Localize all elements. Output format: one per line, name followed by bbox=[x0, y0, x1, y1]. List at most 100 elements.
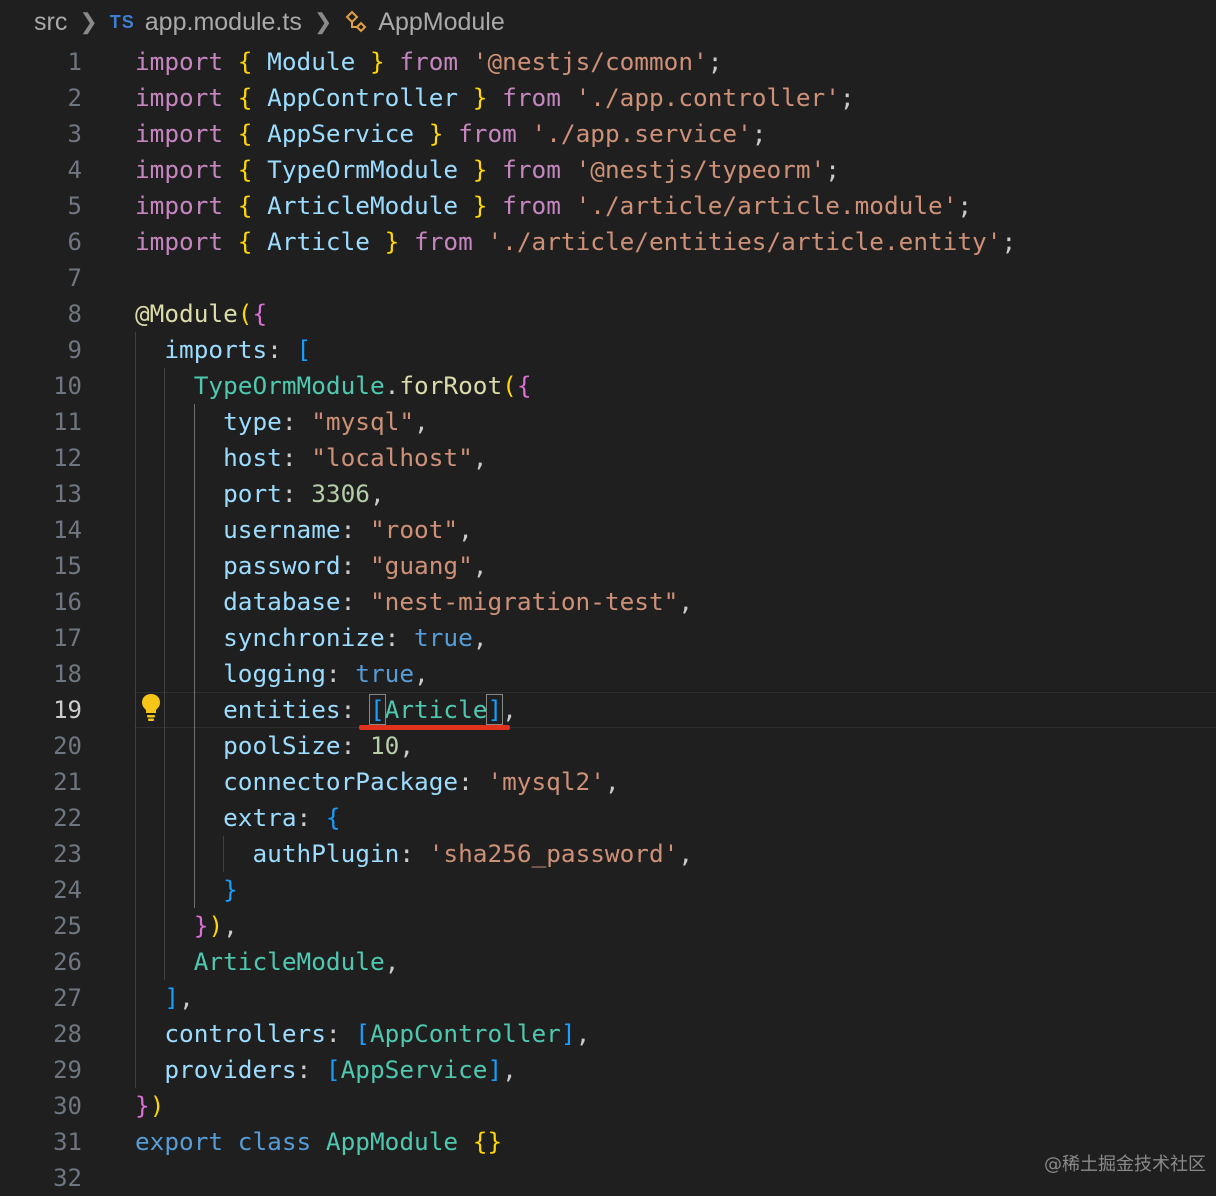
code-line[interactable]: 32 bbox=[0, 1160, 1216, 1196]
breadcrumb-folder[interactable]: src bbox=[34, 8, 67, 37]
code-token: : bbox=[325, 659, 356, 688]
code-line[interactable]: 29 providers: [AppService], bbox=[0, 1052, 1216, 1088]
code-token: entities bbox=[223, 695, 341, 724]
code-text: poolSize: 10, bbox=[135, 728, 414, 764]
code-token: "nest-migration-test" bbox=[369, 587, 679, 616]
code-token: AppController bbox=[267, 83, 473, 112]
line-number: 6 bbox=[67, 228, 82, 256]
code-token: } bbox=[369, 47, 400, 76]
code-token: TypeOrmModule bbox=[267, 155, 473, 184]
code-token: , bbox=[678, 587, 694, 616]
breadcrumb-symbol[interactable]: AppModule bbox=[378, 8, 504, 37]
code-text: type: "mysql", bbox=[135, 404, 429, 440]
code-line[interactable]: 28 controllers: [AppController], bbox=[0, 1016, 1216, 1052]
code-line[interactable]: 25 }), bbox=[0, 908, 1216, 944]
code-line[interactable]: 21 connectorPackage: 'mysql2', bbox=[0, 764, 1216, 800]
line-number: 10 bbox=[53, 372, 82, 400]
line-number: 15 bbox=[53, 552, 82, 580]
code-token: : bbox=[325, 1019, 356, 1048]
code-token: } bbox=[472, 191, 503, 220]
code-token: '@nestjs/common' bbox=[472, 47, 708, 76]
code-token: connectorPackage bbox=[223, 767, 459, 796]
code-token: './article/entities/article.entity' bbox=[487, 227, 1002, 256]
code-text: port: 3306, bbox=[135, 476, 385, 512]
code-line[interactable]: 13 port: 3306, bbox=[0, 476, 1216, 512]
code-token: authPlugin bbox=[252, 839, 400, 868]
code-line[interactable]: 2 import { AppController } from './app.co… bbox=[0, 80, 1216, 116]
code-text: username: "root", bbox=[135, 512, 473, 548]
code-line[interactable]: 4 import { TypeOrmModule } from '@nestjs/… bbox=[0, 152, 1216, 188]
code-line[interactable]: 11 type: "mysql", bbox=[0, 404, 1216, 440]
code-token: '@nestjs/typeorm' bbox=[575, 155, 826, 184]
code-token: ] bbox=[487, 1055, 503, 1084]
code-token: , bbox=[502, 1055, 517, 1084]
code-line[interactable]: 22 extra: { bbox=[0, 800, 1216, 836]
line-number: 7 bbox=[67, 264, 82, 292]
lightbulb-icon[interactable] bbox=[139, 692, 163, 722]
code-text: authPlugin: 'sha256_password', bbox=[135, 836, 693, 872]
code-text: import { Module } from '@nestjs/common'; bbox=[135, 44, 722, 80]
code-text: password: "guang", bbox=[135, 548, 487, 584]
code-token: ; bbox=[825, 155, 840, 184]
code-token: { bbox=[237, 227, 268, 256]
breadcrumb-file[interactable]: app.module.ts bbox=[145, 8, 302, 37]
line-number: 17 bbox=[53, 624, 82, 652]
code-token: 3306 bbox=[311, 479, 370, 508]
code-text: connectorPackage: 'mysql2', bbox=[135, 764, 620, 800]
code-token: password bbox=[223, 551, 341, 580]
code-token: AppModule bbox=[325, 1127, 473, 1156]
code-line[interactable]: 30}) bbox=[0, 1088, 1216, 1124]
line-number: 14 bbox=[53, 516, 82, 544]
code-token: type bbox=[223, 407, 282, 436]
code-token: ; bbox=[751, 119, 767, 148]
line-number: 9 bbox=[67, 336, 82, 364]
code-line[interactable]: 8 @Module({ bbox=[0, 296, 1216, 332]
code-line[interactable]: 15 password: "guang", bbox=[0, 548, 1216, 584]
code-line[interactable]: 24 } bbox=[0, 872, 1216, 908]
code-token: } bbox=[384, 227, 415, 256]
code-token: AppService bbox=[340, 1055, 488, 1084]
code-line[interactable]: 7 bbox=[0, 260, 1216, 296]
code-line[interactable]: 20 poolSize: 10, bbox=[0, 728, 1216, 764]
code-token: , bbox=[472, 623, 488, 652]
code-line[interactable]: 18 logging: true, bbox=[0, 656, 1216, 692]
code-text: imports: [ bbox=[135, 332, 311, 368]
code-token: , bbox=[502, 695, 517, 724]
code-token: host bbox=[223, 443, 282, 472]
code-line[interactable]: 31 export class AppModule {} bbox=[0, 1124, 1216, 1160]
line-number: 3 bbox=[67, 120, 82, 148]
chevron-right-icon: ❯ bbox=[313, 9, 333, 34]
code-token: [ bbox=[325, 1055, 341, 1084]
code-token: ; bbox=[839, 83, 855, 112]
indent-guide bbox=[223, 836, 225, 872]
code-line[interactable]: 1 import { Module } from '@nestjs/common'… bbox=[0, 44, 1216, 80]
code-line[interactable]: 26 ArticleModule, bbox=[0, 944, 1216, 980]
line-number: 16 bbox=[53, 588, 82, 616]
code-line[interactable]: 5 import { ArticleModule } from './articl… bbox=[0, 188, 1216, 224]
code-token: } bbox=[223, 875, 238, 904]
code-text: import { TypeOrmModule } from '@nestjs/t… bbox=[135, 152, 840, 188]
code-line[interactable]: 14 username: "root", bbox=[0, 512, 1216, 548]
code-line[interactable]: 12 host: "localhost", bbox=[0, 440, 1216, 476]
code-line[interactable]: 16 database: "nest-migration-test", bbox=[0, 584, 1216, 620]
code-token: 'mysql2' bbox=[487, 767, 605, 796]
code-line[interactable]: 3 import { AppService } from './app.servi… bbox=[0, 116, 1216, 152]
code-line[interactable]: 6 import { Article } from './article/enti… bbox=[0, 224, 1216, 260]
code-line[interactable]: 17 synchronize: true, bbox=[0, 620, 1216, 656]
code-line[interactable]: 23 authPlugin: 'sha256_password', bbox=[0, 836, 1216, 872]
code-token: synchronize bbox=[223, 623, 385, 652]
code-token: , bbox=[604, 767, 620, 796]
code-line[interactable]: 10 TypeOrmModule.forRoot({ bbox=[0, 368, 1216, 404]
code-token: : bbox=[281, 479, 312, 508]
code-line[interactable]: 27 ], bbox=[0, 980, 1216, 1016]
line-number: 27 bbox=[53, 984, 82, 1012]
code-line[interactable]: 9 imports: [ bbox=[0, 332, 1216, 368]
code-editor[interactable]: 1 import { Module } from '@nestjs/common'… bbox=[0, 44, 1216, 1196]
indent-guide bbox=[164, 368, 166, 980]
code-line[interactable]: 19 entities: [Article], bbox=[0, 692, 1216, 728]
